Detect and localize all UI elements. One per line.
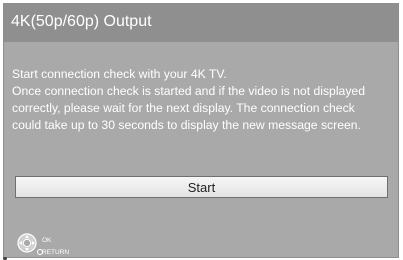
- message-line: correctly, please wait for the next disp…: [12, 101, 355, 115]
- message-text: Start connection check with your 4K TV. …: [12, 66, 398, 134]
- message-line: Start connection check with your 4K TV.: [12, 67, 227, 81]
- button-legend: OK RETURN: [16, 232, 136, 257]
- title-bar: 4K(50p/60p) Output: [4, 4, 398, 42]
- return-legend-label: RETURN: [42, 249, 70, 256]
- ok-legend-label: OK: [42, 237, 52, 244]
- dpad-ok-icon: [17, 233, 37, 253]
- message-line: Once connection check is started and if …: [12, 84, 365, 98]
- dialog-title: 4K(50p/60p) Output: [11, 13, 152, 30]
- start-button[interactable]: Start: [15, 176, 388, 198]
- start-button-label: Start: [187, 179, 216, 195]
- output-dialog: 4K(50p/60p) Output Start connection chec…: [3, 3, 399, 258]
- message-line: could take up to 30 seconds to display t…: [12, 118, 361, 132]
